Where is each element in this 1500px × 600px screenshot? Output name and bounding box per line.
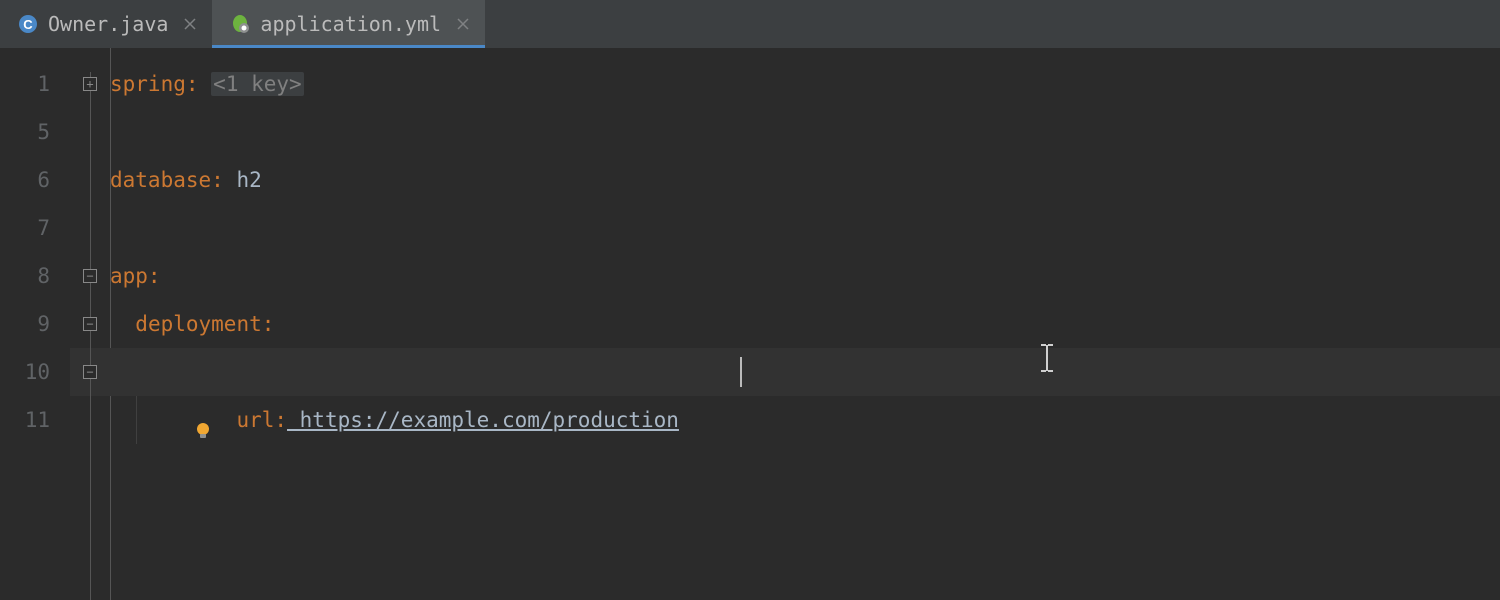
folded-hint[interactable]: <1 key> <box>211 72 304 96</box>
fold-collapse-icon[interactable]: − <box>83 269 97 283</box>
tab-application-yml[interactable]: application.yml <box>212 0 485 48</box>
yaml-key: deployment: <box>135 312 274 336</box>
line-number: 8 <box>0 252 70 300</box>
class-file-icon: C <box>18 14 38 34</box>
line-number: 6 <box>0 156 70 204</box>
code-line[interactable] <box>110 396 1500 444</box>
svg-text:C: C <box>23 17 33 32</box>
text-cursor-icon <box>1040 344 1054 379</box>
indent-guide <box>136 396 137 444</box>
yaml-key: app: <box>110 264 161 288</box>
code-line-active[interactable]: url: https://example.com/production <box>110 348 1500 396</box>
yaml-key: spring: <box>110 72 199 96</box>
line-number: 11 <box>0 396 70 444</box>
tab-label: Owner.java <box>48 12 168 36</box>
code-line[interactable] <box>110 108 1500 156</box>
line-number: 1 <box>0 60 70 108</box>
code-line[interactable]: spring: <1 key> <box>110 60 1500 108</box>
text-caret <box>740 357 742 387</box>
lightbulb-icon[interactable] <box>92 362 112 382</box>
tab-bar: C Owner.java application.yml <box>0 0 1500 48</box>
spring-yml-icon <box>230 14 250 34</box>
line-number: 7 <box>0 204 70 252</box>
code-line[interactable]: deployment: <box>110 300 1500 348</box>
fold-collapse-icon[interactable]: − <box>83 317 97 331</box>
fold-expand-icon[interactable]: + <box>83 77 97 91</box>
yaml-key: database: <box>110 168 224 192</box>
code-line[interactable] <box>110 204 1500 252</box>
tab-label: application.yml <box>260 12 441 36</box>
line-number: 9 <box>0 300 70 348</box>
close-icon[interactable] <box>455 16 471 32</box>
code-line[interactable]: database: h2 <box>110 156 1500 204</box>
close-icon[interactable] <box>182 16 198 32</box>
code-area[interactable]: spring: <1 key> database: h2 app: deploy… <box>110 48 1500 600</box>
fold-gutter: + − − − <box>70 48 110 600</box>
line-number: 10 <box>0 348 70 396</box>
line-number-gutter: 1 5 6 7 8 9 10 11 <box>0 48 70 600</box>
tab-owner-java[interactable]: C Owner.java <box>0 0 212 48</box>
yaml-value: h2 <box>224 168 262 192</box>
line-number: 5 <box>0 108 70 156</box>
code-line[interactable]: app: <box>110 252 1500 300</box>
editor[interactable]: 1 5 6 7 8 9 10 11 + − − − spring: <1 key… <box>0 48 1500 600</box>
